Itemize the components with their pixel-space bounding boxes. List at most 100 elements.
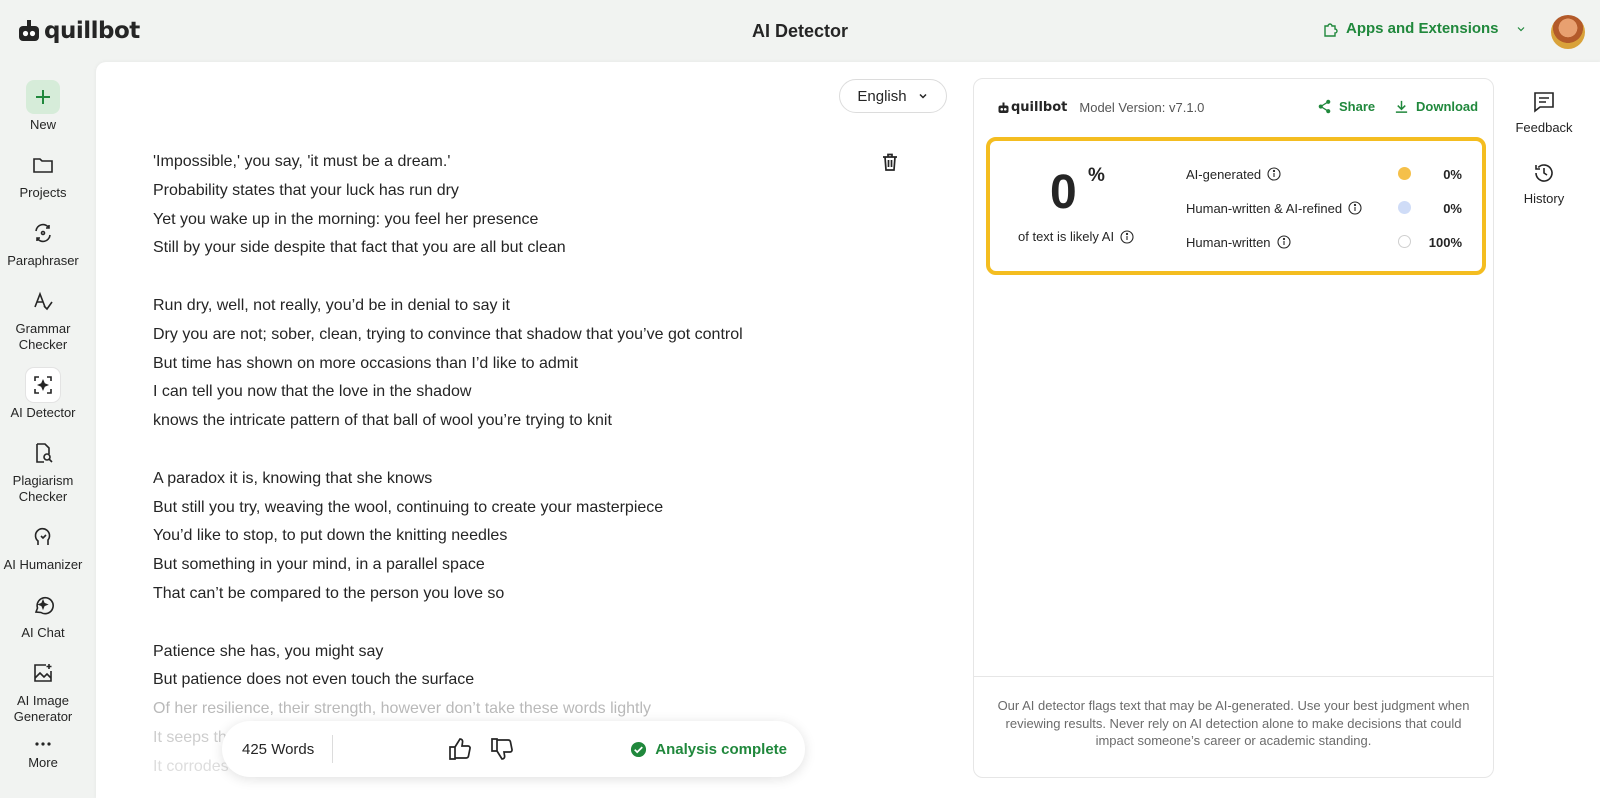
breakdown-value: 0% [1443,166,1462,182]
breakdown-label-text: Human-written & AI-refined [1186,200,1343,216]
sidebar-item-label: AI Image Generator [13,693,73,724]
editor-line: Still by your side despite that fact tha… [153,239,566,257]
disclaimer-text: Our AI detector flags text that may be A… [997,698,1470,748]
editor-line: knows the intricate pattern of that ball… [153,412,612,430]
grammar-icon [34,291,53,311]
editor-line: Yet you wake up in the morning: you feel… [153,210,539,228]
sidebar-item-paraphraser[interactable]: Paraphraser [0,216,86,269]
editor-line: Probability states that your luck has ru… [153,181,459,199]
quillbot-logo-icon [19,20,39,41]
text-editor[interactable]: 'Impossible,' you say, 'it must be a dre… [153,148,833,798]
thumbs-down-icon[interactable] [489,736,515,762]
editor-line: Patience she has, you might say [153,642,384,660]
ai-refined-dot [1398,201,1411,214]
breakdown-label-text: AI-generated [1186,166,1262,182]
sidebar-item-label: New [29,117,56,132]
sidebar-item-label: AI Detector [10,405,76,420]
score-label: of text is likely AI [1018,229,1134,244]
divider [332,735,333,763]
editor-line: Dry you are not; sober, clean, trying to… [153,325,743,343]
info-icon[interactable] [1276,235,1291,249]
feedback-button[interactable]: Feedback [1500,90,1588,135]
top-bar: quillbot AI Detector Apps and Extensions [0,0,1600,62]
quillbot-logo[interactable]: quillbot [18,18,140,44]
download-button[interactable]: Download [1394,99,1478,114]
share-label: Share [1339,99,1376,114]
divider [974,676,1493,677]
breakdown-label: AI-generated [1186,167,1281,182]
sidebar-item-more[interactable]: More [0,736,86,771]
editor-line: Run dry, well, not really, you’d be in d… [153,296,510,314]
image-generator-icon [34,664,52,682]
analysis-status: Analysis complete [630,741,787,758]
info-icon[interactable] [1267,167,1281,181]
sidebar-item-ai-chat[interactable]: AI Chat [0,588,86,641]
avatar[interactable] [1551,15,1585,49]
breakdown-label: Human-written [1186,235,1291,250]
folder-icon [33,158,53,173]
results-logo-text: quillbot [1011,100,1068,115]
breakdown-value: 100% [1428,234,1462,250]
ai-score: 0 [1050,166,1077,219]
breakdown-value: 0% [1443,200,1462,216]
sidebar-item-label: Grammar Checker [15,321,71,352]
info-icon[interactable] [1120,229,1134,244]
puzzle-icon [1324,22,1338,37]
word-count: 425 Words [242,740,315,758]
editor-line: I can tell you now that the love in the … [153,383,472,401]
language-select[interactable]: English [839,79,947,113]
editor-line: But time has shown on more occasions tha… [153,354,579,372]
breakdown-row-ai-generated: AI-generated 0% [1186,164,1476,184]
editor-line: A paradox it is, knowing that she knows [153,469,433,487]
editor-line: But patience does not even touch the sur… [153,671,475,689]
sidebar-item-label: AI Chat [21,625,65,640]
sidebar-item-projects[interactable]: Projects [0,148,86,201]
chevron-down-icon [919,93,927,99]
sidebar-item-label: More [28,755,58,770]
sidebar-item-label: Plagiarism Checker [12,473,74,504]
more-dots-icon-wrap [26,736,60,752]
apps-extensions-label: Apps and Extensions [1346,20,1499,37]
human-written-dot [1398,235,1411,248]
humanizer-icon [34,527,51,545]
sidebar-item-ai-humanizer[interactable]: AI Humanizer [0,520,86,573]
history-label: History [1523,191,1565,206]
history-button[interactable]: History [1500,161,1588,206]
folder-icon-wrap [26,148,60,182]
language-value: English [857,87,907,105]
feedback-label: Feedback [1515,120,1573,135]
results-logo: quillbot [998,100,1067,115]
breakdown-row-human-written: Human-written 100% [1186,232,1476,252]
info-icon[interactable] [1348,201,1362,215]
paraphraser-icon [35,223,51,243]
share-icon [1318,99,1331,114]
download-icon [1395,100,1408,113]
check-circle-icon [631,741,647,757]
more-dots-icon [35,742,51,746]
sidebar-item-grammar-checker[interactable]: Grammar Checker [0,284,86,353]
editor-line: But something in your mind, in a paralle… [153,556,485,574]
results-panel: quillbot Model Version: v7.1.0 Share Dow… [973,78,1494,778]
thumbs-up-icon[interactable] [447,736,473,762]
sidebar-item-ai-image-generator[interactable]: AI Image Generator [0,656,86,725]
score-label-text: of text is likely AI [1018,229,1115,244]
plus-icon-wrap [26,80,60,114]
ai-score-unit: % [1088,165,1105,186]
breakdown-label-text: Human-written [1186,234,1271,250]
editor-line: But still you try, weaving the wool, con… [153,498,664,516]
quillbot-logo-icon [998,102,1009,113]
model-version: Model Version: v7.1.0 [1079,100,1205,115]
paraphraser-icon-wrap [26,216,60,250]
breakdown-row-ai-refined: Human-written & AI-refined 0% [1186,198,1476,218]
history-icon [1535,164,1553,182]
sidebar-item-new[interactable]: New [0,80,86,133]
sidebar-item-plagiarism-checker[interactable]: Plagiarism Checker [0,436,86,505]
feedback-icon [1534,92,1554,113]
share-button[interactable]: Share [1317,99,1375,114]
ai-detector-icon [34,376,52,394]
sidebar-item-ai-detector[interactable]: AI Detector [0,368,86,421]
trash-icon[interactable] [879,151,901,173]
ai-detector-icon-wrap [26,368,60,402]
apps-extensions-button[interactable]: Apps and Extensions [1322,20,1527,37]
